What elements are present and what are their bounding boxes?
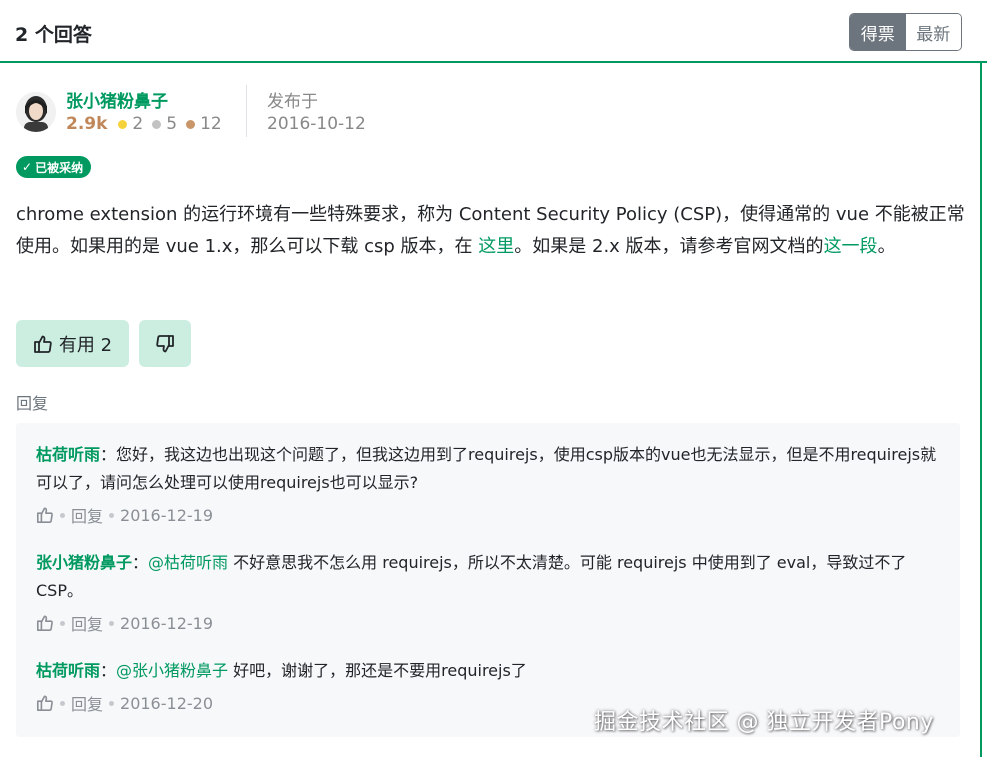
thumbs-up-icon — [34, 335, 52, 353]
comment-text: 张小猪粉鼻子：@枯荷听雨 不好意思我不怎么用 requirejs，所以不太清楚。… — [36, 549, 946, 605]
meta-separator — [60, 700, 65, 706]
comment-author[interactable]: 张小猪粉鼻子 — [36, 553, 132, 572]
answer-body: chrome extension 的运行环境有一些特殊要求，称为 Content… — [16, 199, 966, 263]
comment-date: 2016-12-19 — [120, 505, 213, 525]
comment-body: 好吧，谢谢了，那还是不要用requirejs了 — [228, 661, 527, 680]
gold-badge-count: 2 — [132, 114, 144, 134]
thumbs-up-icon[interactable] — [36, 506, 54, 524]
thumbs-up-icon[interactable] — [36, 694, 54, 712]
author-reputation: 2.9k — [66, 114, 108, 134]
comments-section: 枯荷听雨：您好，我这边也出现这个问题了，但我这边用到了requirejs，使用c… — [16, 423, 960, 737]
comment-separator: ： — [100, 445, 117, 464]
vote-up-label: 有用 2 — [58, 334, 113, 356]
csp-download-link[interactable]: 这里 — [478, 236, 514, 257]
sort-by-newest-button[interactable]: 最新 — [905, 14, 961, 50]
meta-divider — [246, 85, 247, 137]
published-label: 发布于 — [267, 92, 318, 112]
comment-author[interactable]: 枯荷听雨 — [36, 661, 100, 680]
comment-mention[interactable]: @张小猪粉鼻子 — [116, 661, 228, 680]
accepted-badge: ✓ 已被采纳 — [16, 156, 92, 178]
vote-down-button[interactable] — [139, 320, 191, 367]
meta-separator — [109, 700, 115, 706]
thumbs-up-icon[interactable] — [36, 614, 54, 632]
bronze-badge-icon — [186, 119, 196, 129]
comment-date: 2016-12-20 — [120, 693, 213, 713]
silver-badge-count: 5 — [166, 114, 178, 134]
meta-separator — [109, 620, 115, 626]
comment-meta: 回复 2016-12-19 — [36, 503, 946, 527]
meta-separator — [60, 620, 65, 626]
watermark: 掘金技术社区 @ 独立开发者Pony — [594, 710, 934, 735]
comment-separator: ： — [100, 661, 117, 680]
comment-text: 枯荷听雨：@张小猪粉鼻子 好吧，谢谢了，那还是不要用requirejs了 — [36, 657, 946, 685]
comment-body: 您好，我这边也出现这个问题了，但我这边用到了requirejs，使用csp版本的… — [36, 445, 937, 492]
comment-date: 2016-12-19 — [120, 613, 213, 633]
accepted-label: 已被采纳 — [35, 160, 84, 175]
comment-reply-link[interactable]: 回复 — [71, 503, 103, 527]
answer-card: 张小猪粉鼻子 2.9k 2 5 12 发布于 2016-10-12 ✓ 已被采纳… — [0, 63, 982, 757]
author-stats: 2.9k 2 5 12 — [66, 114, 228, 134]
docs-section-link[interactable]: 这一段 — [824, 236, 878, 257]
check-icon: ✓ — [22, 160, 33, 174]
author-name[interactable]: 张小猪粉鼻子 — [66, 87, 168, 112]
comment-author[interactable]: 枯荷听雨 — [36, 445, 100, 464]
comment-separator: ： — [132, 553, 149, 572]
comment-reply-link[interactable]: 回复 — [71, 691, 103, 715]
comment-reply-link[interactable]: 回复 — [71, 611, 103, 635]
vote-up-button[interactable]: 有用 2 — [16, 320, 129, 367]
answer-text-part: 。如果是 2.x 版本，请参考官网文档的 — [514, 236, 824, 257]
thumbs-down-icon — [156, 334, 174, 352]
answer-text-part: 。 — [877, 236, 896, 257]
comment-text: 枯荷听雨：您好，我这边也出现这个问题了，但我这边用到了requirejs，使用c… — [36, 441, 946, 497]
gold-badge-icon — [118, 119, 128, 129]
answers-header: 2 个回答 得票 最新 — [0, 0, 987, 63]
answers-count-title: 2 个回答 — [15, 24, 92, 46]
comment-mention[interactable]: @枯荷听雨 — [148, 553, 228, 572]
sort-by-votes-button[interactable]: 得票 — [850, 14, 906, 50]
meta-separator — [60, 512, 65, 518]
sort-toggle-group: 得票 最新 — [849, 13, 962, 51]
comment-item: 枯荷听雨：您好，我这边也出现这个问题了，但我这边用到了requirejs，使用c… — [36, 441, 946, 527]
silver-badge-icon — [152, 119, 162, 129]
meta-separator — [109, 512, 115, 518]
comment-item: 张小猪粉鼻子：@枯荷听雨 不好意思我不怎么用 requirejs，所以不太清楚。… — [36, 549, 946, 635]
reply-link[interactable]: 回复 — [16, 390, 48, 414]
author-avatar[interactable] — [16, 92, 56, 132]
comment-meta: 回复 2016-12-19 — [36, 611, 946, 635]
bronze-badge-count: 12 — [200, 114, 222, 134]
published-date: 2016-10-12 — [267, 114, 366, 134]
